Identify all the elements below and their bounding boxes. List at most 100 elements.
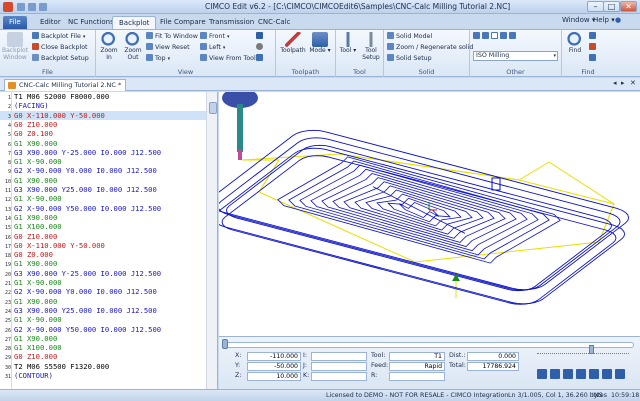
maximize-button[interactable]: □ xyxy=(603,1,620,12)
code-line[interactable]: 15 G1 X100.000 xyxy=(0,222,206,231)
code-line[interactable]: 25 G1 X-90.000 xyxy=(0,315,206,324)
code-line[interactable]: 17 G0 X-110.000 Y-50.000 xyxy=(0,241,206,250)
code-line[interactable]: 7 G3 X90.000 Y-25.000 I0.000 J12.500 xyxy=(0,148,206,157)
cimco-app-icon[interactable] xyxy=(3,2,13,12)
backplot-setup-button[interactable]: Backplot Setup xyxy=(32,54,89,63)
backplot-file-button[interactable]: Backplot File ▾ xyxy=(32,32,85,41)
license-text: Licensed to DEMO - NOT FOR RESALE - CIMC… xyxy=(326,392,509,399)
replace-icon[interactable] xyxy=(589,32,598,41)
tab-scroll-right-icon[interactable]: ▸ xyxy=(621,79,625,87)
left-view-button[interactable]: Left ▾ xyxy=(200,43,225,52)
step-forward-icon[interactable] xyxy=(576,369,586,379)
view-from-tool-button[interactable]: View From Tool xyxy=(200,54,256,63)
code-text: G1 X-90.000 xyxy=(14,157,62,167)
tab-cnc-calc[interactable]: CNC-Calc xyxy=(252,16,297,29)
code-line[interactable]: 6 G1 X90.000 xyxy=(0,139,206,148)
code-line[interactable]: 23 G1 X90.000 xyxy=(0,297,206,306)
loop-icon[interactable] xyxy=(615,369,625,379)
minimize-button[interactable]: – xyxy=(587,1,604,12)
render-mode-icon[interactable] xyxy=(256,32,265,41)
tab-backplot[interactable]: Backplot xyxy=(112,16,157,29)
toolpath-button[interactable]: Toolpath xyxy=(280,32,306,55)
backplot-viewport[interactable] xyxy=(219,92,640,336)
tool-button[interactable]: Tool ▾ xyxy=(338,32,358,55)
code-line[interactable]: 30 T2 M06 S5500 F1320.000 xyxy=(0,362,206,371)
bookmark-icon[interactable] xyxy=(589,54,598,63)
window-menu[interactable]: Window ▾ xyxy=(562,16,595,24)
code-line[interactable]: 11 G3 X90.000 Y25.000 I0.000 J12.500 xyxy=(0,185,206,194)
code-line[interactable]: 16 G0 Z10.000 xyxy=(0,232,206,241)
playback-slider-thumb[interactable] xyxy=(222,339,228,349)
backplot-window-button[interactable]: Backplot Window xyxy=(2,32,28,61)
view-from-tool-icon xyxy=(200,54,207,61)
step-back-icon[interactable] xyxy=(563,369,573,379)
code-text: G1 X100.000 xyxy=(14,343,62,353)
code-line[interactable]: 19 G1 X90.000 xyxy=(0,259,206,268)
code-text: G3 X90.000 Y25.000 I0.000 J12.500 xyxy=(14,305,157,315)
code-line[interactable]: 5 G0 Z0.100 xyxy=(0,129,206,138)
goto-icon[interactable] xyxy=(589,43,598,52)
code-line[interactable]: 28 G1 X100.000 xyxy=(0,343,206,352)
close-button[interactable]: ✕ xyxy=(620,1,637,12)
code-line[interactable]: 24 G3 X90.000 Y25.000 I0.000 J12.500 xyxy=(0,306,206,315)
code-line[interactable]: 9 G2 X-90.000 Y0.000 I0.000 J12.500 xyxy=(0,166,206,175)
code-line[interactable]: 8 G1 X-90.000 xyxy=(0,157,206,166)
zoom-in-button[interactable]: Zoom In xyxy=(98,32,120,61)
redo-quick-icon[interactable] xyxy=(39,3,47,11)
help-icon[interactable]: ● xyxy=(615,16,621,24)
code-line[interactable]: 21 G1 X-90.000 xyxy=(0,278,206,287)
jump-start-icon[interactable] xyxy=(589,369,599,379)
code-line[interactable]: 26 G2 X-90.000 Y50.000 I0.000 J12.500 xyxy=(0,325,206,334)
code-line[interactable]: 27 G1 X90.000 xyxy=(0,334,206,343)
top-view-button[interactable]: Top ▾ xyxy=(146,54,170,63)
gear-icon[interactable] xyxy=(256,43,265,52)
code-line[interactable]: 13 G2 X-90.000 Y50.000 I0.000 J12.500 xyxy=(0,204,206,213)
editor-scrollbar-thumb[interactable] xyxy=(209,102,217,114)
dist-label: Dist.: xyxy=(449,352,466,359)
help-menu[interactable]: Help ▾ xyxy=(593,16,615,24)
code-line[interactable]: 2 (FACING) xyxy=(0,101,206,110)
undo-quick-icon[interactable] xyxy=(28,3,36,11)
speed-slider-thumb[interactable] xyxy=(589,345,594,354)
code-line[interactable]: 20 G3 X90.000 Y-25.000 I0.000 J12.500 xyxy=(0,269,206,278)
code-text: G3 X90.000 Y-25.000 I0.000 J12.500 xyxy=(14,147,162,157)
save-quick-icon[interactable] xyxy=(17,3,25,11)
code-line[interactable]: 12 G1 X-90.000 xyxy=(0,194,206,203)
jump-end-icon[interactable] xyxy=(602,369,612,379)
tool-setup-button[interactable]: Tool Setup xyxy=(360,32,382,61)
zoom-regenerate-button[interactable]: Zoom / Regenerate solid xyxy=(387,43,473,52)
tab-close-icon[interactable]: ✕ xyxy=(630,79,636,87)
stop-icon[interactable] xyxy=(550,369,560,379)
close-backplot-button[interactable]: Close Backplot xyxy=(32,43,88,52)
zoom-out-button[interactable]: Zoom Out xyxy=(122,32,144,61)
machine-type-select[interactable]: ISO Milling ▾ xyxy=(473,51,558,61)
solid-model-button[interactable]: Solid Model xyxy=(387,32,432,41)
code-line[interactable]: 31 (CONTOUR) xyxy=(0,371,206,380)
tab-file[interactable]: File xyxy=(3,16,27,29)
find-button[interactable]: Find xyxy=(564,32,586,55)
backplot-playback-panel: X: -110.000 Y: -50.000 Z: 10.000 I: J: K… xyxy=(219,336,640,389)
code-text: G1 X90.000 xyxy=(14,333,58,343)
editor-scrollbar[interactable] xyxy=(206,92,217,389)
play-icon[interactable] xyxy=(537,369,547,379)
document-tab[interactable]: CNC-Calc Milling Tutorial 2.NC * xyxy=(4,79,127,91)
code-line[interactable]: 22 G2 X-90.000 Y0.000 I0.000 J12.500 xyxy=(0,287,206,296)
code-line[interactable]: 3 G0 X-110.000 Y-50.000 xyxy=(0,110,206,120)
tab-scroll-left-icon[interactable]: ◂ xyxy=(613,79,617,87)
code-line[interactable]: 10 G1 X90.000 xyxy=(0,176,206,185)
cube-icon[interactable] xyxy=(256,54,265,63)
other-tool-icons[interactable] xyxy=(473,32,518,41)
playback-slider[interactable] xyxy=(224,342,634,348)
front-view-button[interactable]: Front ▾ xyxy=(200,32,229,41)
speed-slider[interactable] xyxy=(537,349,629,354)
view-reset-button[interactable]: View Reset xyxy=(146,43,190,52)
code-line[interactable]: 29 G0 Z10.000 xyxy=(0,352,206,361)
code-line[interactable]: 1 T1 M06 S2000 F8000.000 xyxy=(0,92,206,101)
code-line[interactable]: 18 G0 Z0.000 xyxy=(0,250,206,259)
solid-setup-button[interactable]: Solid Setup xyxy=(387,54,432,63)
fit-to-window-button[interactable]: Fit To Window▾ xyxy=(146,32,202,41)
code-line[interactable]: 14 G1 X90.000 xyxy=(0,213,206,222)
mode-button[interactable]: Mode ▾ xyxy=(308,32,332,55)
code-line[interactable]: 4 G0 Z10.000 xyxy=(0,120,206,129)
nc-code-editor[interactable]: 1 T1 M06 S2000 F8000.000 2 (FACING) 3 G0 X-11… xyxy=(0,92,218,389)
